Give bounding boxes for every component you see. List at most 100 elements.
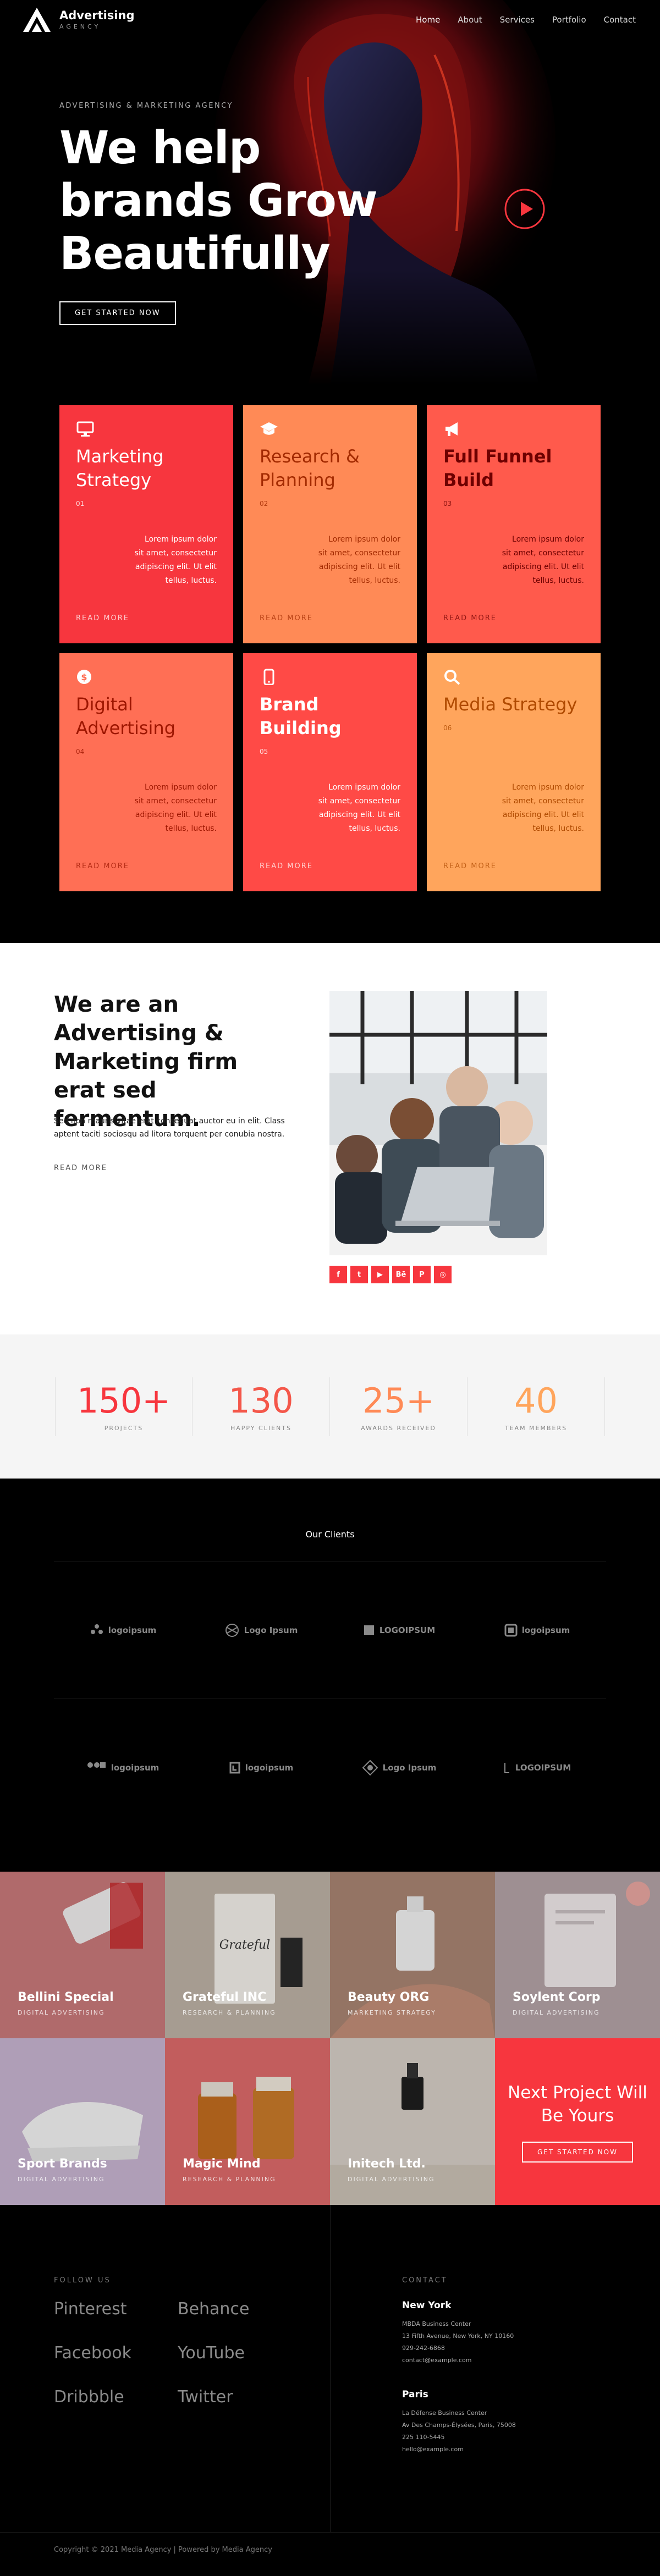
get-started-button[interactable]: GET STARTED NOW xyxy=(59,301,176,325)
portfolio-item[interactable]: Sport Brands DIGITAL ADVERTISING xyxy=(0,2038,165,2205)
service-read-more-link[interactable]: READ MORE xyxy=(443,614,497,622)
dollar-badge-icon: $ xyxy=(77,670,91,684)
next-project-cta: Next Project Will Be Yours GET STARTED NO… xyxy=(495,2038,660,2205)
client-logo[interactable]: LOGOIPSUM xyxy=(330,1561,468,1698)
service-card[interactable]: $ Digital Advertising 04 Lorem ipsum dolor … xyxy=(59,653,233,891)
stat-number: 25+ xyxy=(362,1380,435,1421)
megaphone-icon xyxy=(446,422,458,436)
footer-link-dribbble[interactable]: Dribbble xyxy=(54,2386,178,2408)
client-logo[interactable]: logoipsum xyxy=(54,1698,192,1836)
play-video-icon[interactable] xyxy=(504,188,546,230)
stat-number: 40 xyxy=(514,1380,558,1421)
office-city: New York xyxy=(402,2300,452,2311)
client-logo[interactable]: logoipsum xyxy=(54,1561,192,1698)
portfolio-item[interactable]: Beauty ORG MARKETING STRATEGY xyxy=(330,1872,495,2038)
nav-portfolio[interactable]: Portfolio xyxy=(552,15,586,25)
twitter-icon[interactable]: t xyxy=(350,1266,368,1283)
search-icon xyxy=(444,670,460,685)
about-section: We are an Advertising & Marketing firm e… xyxy=(0,943,660,1334)
logo[interactable]: Advertising AGENCY xyxy=(21,7,135,33)
about-title: We are an Advertising & Marketing firm e… xyxy=(54,992,238,1132)
team-photo xyxy=(329,991,547,1255)
footer-link-facebook[interactable]: Facebook xyxy=(54,2342,178,2364)
pinterest-icon[interactable]: P xyxy=(413,1266,431,1283)
service-card[interactable]: Media Strategy 06 Lorem ipsum dolor sit am… xyxy=(427,653,601,891)
service-read-more-link[interactable]: READ MORE xyxy=(260,614,313,622)
portfolio-item[interactable]: Initech Ltd. DIGITAL ADVERTISING xyxy=(330,2038,495,2205)
youtube-icon[interactable]: ▶ xyxy=(371,1266,389,1283)
stats-section: 150+ PROJECTS 130 HAPPY CLIENTS 25+ AWARDS RE… xyxy=(0,1334,660,1479)
behance-icon[interactable]: Bē xyxy=(392,1266,410,1283)
client-logo-text: LOGOIPSUM xyxy=(515,1762,571,1773)
portfolio-item[interactable]: Grateful Grateful INC RESEARCH & PLANNING xyxy=(165,1872,330,2038)
office-line: MBDA Business Center xyxy=(402,2320,471,2327)
clients-section: Our Clients logoipsum Logo Ipsum LOGOIPSUM… xyxy=(0,1479,660,1872)
service-title: Research & Planning xyxy=(260,446,360,490)
service-read-more-link[interactable]: READ MORE xyxy=(260,862,313,870)
stat-label: PROJECTS xyxy=(104,1424,144,1432)
footer-link-twitter[interactable]: Twitter xyxy=(178,2386,301,2408)
portfolio-category: DIGITAL ADVERTISING xyxy=(348,2176,435,2183)
portfolio-category: MARKETING STRATEGY xyxy=(348,2009,436,2016)
office-phone[interactable]: 929-242-6868 xyxy=(402,2342,514,2354)
service-read-more-link[interactable]: READ MORE xyxy=(76,862,129,870)
office-phone[interactable]: 225 110-5445 xyxy=(402,2431,516,2443)
portfolio-title: Soylent Corp xyxy=(513,1990,601,2004)
service-card[interactable]: Research & Planning 02 Lorem ipsum dolor s… xyxy=(243,405,417,643)
footer-link-youtube[interactable]: YouTube xyxy=(178,2342,301,2364)
service-read-more-link[interactable]: READ MORE xyxy=(76,614,129,622)
service-card[interactable]: Full Funnel Build 03 Lorem ipsum dolor sit… xyxy=(427,405,601,643)
portfolio-item[interactable]: Magic Mind RESEARCH & PLANNING xyxy=(165,2038,330,2205)
nav-home[interactable]: Home xyxy=(416,15,440,25)
footer-divider xyxy=(330,2205,331,2532)
client-logo-text: logoipsum xyxy=(111,1762,160,1773)
portfolio-category: DIGITAL ADVERTISING xyxy=(18,2176,105,2183)
nav-contact[interactable]: Contact xyxy=(604,15,636,25)
client-logo[interactable]: logoipsum xyxy=(192,1698,330,1836)
logo-subtitle: AGENCY xyxy=(59,23,101,30)
about-text: Sed non mauris vitae erat consequat auct… xyxy=(54,1117,285,1139)
services-grid: Marketing Strategy 01 Lorem ipsum dolor si… xyxy=(59,405,601,891)
dribbble-icon[interactable]: ◎ xyxy=(434,1266,452,1283)
hero-content: ADVERTISING & MARKETING AGENCY We help b… xyxy=(59,102,411,325)
client-logo[interactable]: Logo Ipsum xyxy=(192,1561,330,1698)
service-text: Lorem ipsum dolor sit amet, consectetur … xyxy=(502,535,584,585)
portfolio-item[interactable]: Bellini Special DIGITAL ADVERTISING xyxy=(0,1872,165,2038)
office-new-york: New York MBDA Business Center 13 Fifth A… xyxy=(402,2299,514,2367)
client-logo-text: logoipsum xyxy=(245,1762,294,1773)
nav-about[interactable]: About xyxy=(458,15,482,25)
service-card[interactable]: Brand Building 05 Lorem ipsum dolor sit am… xyxy=(243,653,417,891)
nav-services[interactable]: Services xyxy=(500,15,535,25)
client-logo[interactable]: Logo Ipsum xyxy=(330,1698,468,1836)
service-title: Marketing Strategy xyxy=(76,446,164,490)
office-email[interactable]: contact@example.com xyxy=(402,2354,514,2367)
service-number: 01 xyxy=(76,500,85,508)
client-logo[interactable]: LOGOIPSUM xyxy=(468,1698,606,1836)
portfolio-category: DIGITAL ADVERTISING xyxy=(18,2009,105,2016)
service-title: Brand Building xyxy=(260,694,342,738)
stat-number: 150+ xyxy=(76,1380,171,1421)
service-text: Lorem ipsum dolor sit amet, consectetur … xyxy=(502,783,584,833)
social-icons: f t ▶ Bē P ◎ xyxy=(329,1266,452,1283)
footer-link-pinterest[interactable]: Pinterest xyxy=(54,2298,178,2320)
follow-links: Pinterest Behance Facebook YouTube Dribb… xyxy=(54,2298,301,2408)
facebook-icon[interactable]: f xyxy=(329,1266,347,1283)
client-logo-text: Logo Ipsum xyxy=(382,1762,437,1773)
office-line: Av Des Champs-Élysées, Paris, 75008 xyxy=(402,2421,516,2429)
portfolio-item[interactable]: Soylent Corp DIGITAL ADVERTISING xyxy=(495,1872,660,2038)
service-title: Digital Advertising xyxy=(76,694,176,738)
office-line: La Défense Business Center xyxy=(402,2409,487,2417)
client-logo-text: logoipsum xyxy=(108,1625,157,1635)
service-card[interactable]: Marketing Strategy 01 Lorem ipsum dolor si… xyxy=(59,405,233,643)
portfolio-title: Beauty ORG xyxy=(348,1990,430,2004)
cta-get-started-button[interactable]: GET STARTED NOW xyxy=(522,2141,633,2163)
footer-link-behance[interactable]: Behance xyxy=(178,2298,301,2320)
client-logo[interactable]: logoipsum xyxy=(468,1561,606,1698)
hero-eyebrow: ADVERTISING & MARKETING AGENCY xyxy=(59,102,233,110)
office-email[interactable]: hello@example.com xyxy=(402,2443,516,2456)
hero-title: We help brands Grow Beautifully xyxy=(59,122,378,280)
service-read-more-link[interactable]: READ MORE xyxy=(443,862,497,870)
service-text: Lorem ipsum dolor sit amet, consectetur … xyxy=(318,783,400,833)
service-title: Media Strategy xyxy=(443,694,578,715)
about-read-more-link[interactable]: READ MORE xyxy=(54,1164,107,1172)
